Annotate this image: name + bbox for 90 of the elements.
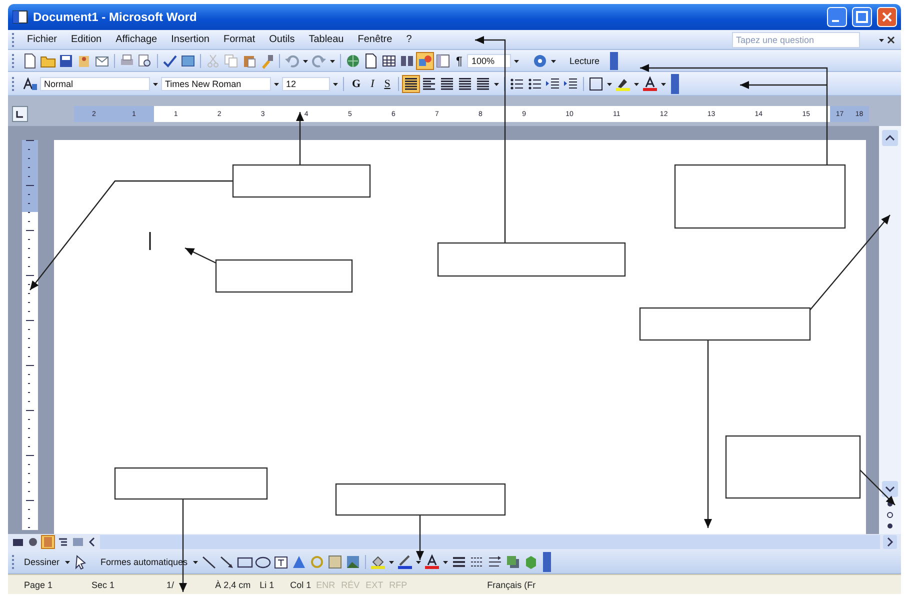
italic-button[interactable]: I <box>366 78 378 90</box>
menu-item[interactable]: Fenêtre <box>350 32 400 47</box>
menu-item[interactable]: Format <box>216 32 262 47</box>
underline-button[interactable]: S <box>380 78 394 90</box>
arrow-style-icon[interactable] <box>486 554 503 570</box>
scroll-left-button[interactable] <box>87 536 97 548</box>
border-icon[interactable] <box>588 76 604 92</box>
arrow-icon[interactable] <box>218 554 235 570</box>
status-field: ENR <box>316 580 336 590</box>
increase-indent-icon[interactable] <box>563 76 580 92</box>
reading-button[interactable]: Lecture <box>565 54 604 66</box>
status-field: À 2,4 cm <box>215 580 251 590</box>
hyperlink-globe-icon[interactable] <box>345 52 361 68</box>
pointer-arrow <box>296 112 304 165</box>
browse-object-button[interactable] <box>885 511 895 519</box>
status-field: Li 1 <box>260 580 274 590</box>
close-button[interactable] <box>877 7 897 27</box>
font-size-dropdown[interactable]: 12 <box>282 76 330 90</box>
toolbar-options-button[interactable] <box>610 52 618 70</box>
menu-item[interactable]: Tableau <box>302 32 351 47</box>
help-question-field[interactable]: Tapez une question <box>732 32 860 48</box>
status-field: RÉV <box>341 580 360 590</box>
status-field: RFP <box>389 580 408 590</box>
draw-menu[interactable]: Dessiner <box>22 556 62 566</box>
close-icon[interactable] <box>885 34 897 46</box>
text-box-icon[interactable] <box>272 554 289 570</box>
book-icon[interactable] <box>180 52 196 68</box>
table-grid-icon[interactable] <box>381 52 397 68</box>
numbered-list-icon[interactable] <box>509 76 526 92</box>
print-preview-icon[interactable] <box>137 52 153 68</box>
status-field: EXT <box>366 580 384 590</box>
new-document-icon[interactable] <box>22 52 38 68</box>
status-field: 1/ <box>166 580 174 590</box>
scroll-down-button[interactable] <box>882 481 898 497</box>
font-color-icon[interactable] <box>424 554 440 570</box>
justify-icon[interactable] <box>457 76 474 92</box>
show-marks-button[interactable]: ¶ <box>453 54 466 68</box>
tables-borders-icon[interactable] <box>363 52 379 68</box>
align-left-icon[interactable] <box>403 76 420 92</box>
menu-item[interactable]: Insertion <box>164 32 216 47</box>
pointer-arrow <box>416 515 424 560</box>
clip-art-icon[interactable] <box>326 554 343 570</box>
toolbar-options-button[interactable] <box>542 552 551 572</box>
bold-button[interactable]: G <box>348 78 365 90</box>
pointer-arrow <box>860 470 896 506</box>
menu-item[interactable]: ? <box>399 32 419 47</box>
zoom-field[interactable]: 100% <box>467 54 512 68</box>
line-color-icon[interactable] <box>396 554 413 570</box>
document-map-icon[interactable] <box>435 52 451 68</box>
status-field: Français (Fr <box>487 580 536 590</box>
bullet-list-icon[interactable] <box>527 76 544 92</box>
normal-view-icon[interactable] <box>12 536 24 548</box>
toolbar-options-button[interactable] <box>671 74 680 94</box>
select-objects-icon[interactable] <box>72 554 89 570</box>
menu-item[interactable]: Fichier <box>20 32 64 47</box>
word-app-icon <box>12 9 28 25</box>
help-icon[interactable] <box>532 52 548 68</box>
outline-view-icon[interactable] <box>57 536 69 548</box>
fill-color-icon[interactable] <box>370 554 386 570</box>
line-spacing-icon[interactable] <box>475 76 492 92</box>
status-field: Page 1 <box>24 580 53 590</box>
minimize-button[interactable] <box>827 7 847 27</box>
tab-selector-button[interactable] <box>12 106 28 122</box>
align-right-icon[interactable] <box>439 76 456 92</box>
style-dropdown[interactable]: Normal <box>40 76 150 90</box>
format-brush-icon[interactable] <box>259 52 275 68</box>
align-center-icon[interactable] <box>421 76 438 92</box>
menu-item[interactable]: Outils <box>262 32 302 47</box>
picture-icon[interactable] <box>344 554 361 570</box>
font-dropdown[interactable]: Times New Roman <box>161 76 271 90</box>
window-title: Document1 - Microsoft Word <box>33 10 198 24</box>
save-icon[interactable] <box>58 52 74 68</box>
drawing-shapes-icon[interactable] <box>417 52 433 68</box>
next-page-button[interactable] <box>885 522 895 530</box>
maximize-button[interactable] <box>852 7 872 27</box>
menu-item[interactable]: Affichage <box>108 32 164 47</box>
decrease-indent-icon[interactable] <box>545 76 562 92</box>
shadow-icon[interactable] <box>504 554 521 570</box>
wordart-icon[interactable] <box>290 554 307 570</box>
font-color-icon[interactable] <box>642 76 658 92</box>
line-icon[interactable] <box>200 554 217 570</box>
status-field: Sec 1 <box>92 580 115 590</box>
text-cursor-icon <box>147 232 153 250</box>
web-view-icon[interactable] <box>27 536 39 548</box>
styles-icon[interactable] <box>22 76 38 92</box>
menu-item[interactable]: Edition <box>64 32 109 47</box>
scroll-up-button[interactable] <box>882 130 898 146</box>
scroll-right-button[interactable] <box>883 535 897 549</box>
status-field: Col 1 <box>290 580 312 590</box>
spelling-check-icon[interactable] <box>162 52 178 68</box>
